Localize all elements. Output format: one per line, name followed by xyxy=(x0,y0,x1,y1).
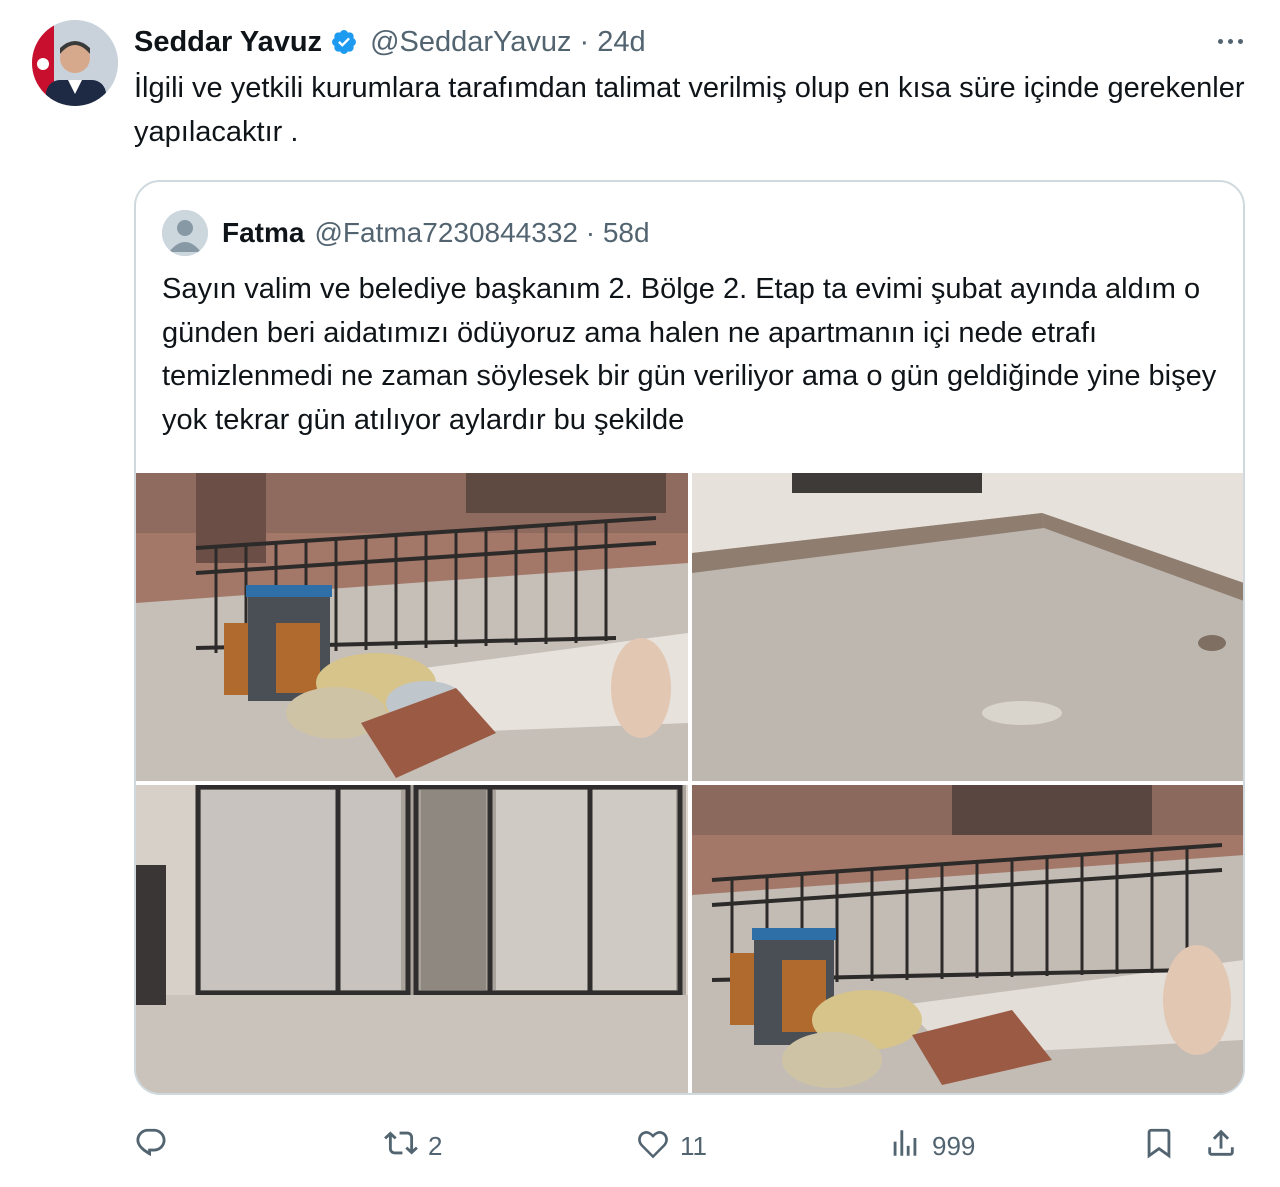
like-icon xyxy=(636,1126,670,1167)
retweet-button[interactable]: 2 xyxy=(384,1120,442,1172)
quoted-tweet-time[interactable]: 58d xyxy=(603,217,650,248)
author-name[interactable]: Seddar Yavuz xyxy=(134,26,322,59)
tweet-header: Seddar Yavuz @SeddarYavuz · 24d xyxy=(134,20,1250,64)
views-count: 999 xyxy=(932,1130,976,1161)
photo-empty-room[interactable] xyxy=(692,473,1243,781)
share-button[interactable] xyxy=(1204,1120,1238,1172)
reply-button[interactable] xyxy=(134,1120,178,1172)
tweet-text: İlgili ve yetkili kurumlara tarafımdan t… xyxy=(134,72,1245,148)
retweet-icon xyxy=(384,1126,418,1167)
quoted-author-avatar[interactable] xyxy=(162,210,208,256)
quoted-tweet-text: Sayın valim ve belediye başkanım 2. Bölg… xyxy=(162,273,1217,436)
views-button[interactable]: 999 xyxy=(888,1120,975,1172)
retweet-count: 2 xyxy=(428,1130,443,1161)
author-handle-line: @SeddarYavuz · 24d xyxy=(370,26,646,59)
quoted-handle-line: @Fatma7230844332 · 58d xyxy=(314,217,649,249)
photo-garbage-railing[interactable] xyxy=(136,473,688,781)
reply-icon xyxy=(134,1126,168,1167)
verified-badge-icon xyxy=(330,28,358,56)
separator-dot: · xyxy=(585,217,596,248)
tweet-time[interactable]: 24d xyxy=(597,26,645,58)
more-icon[interactable] xyxy=(1210,26,1250,56)
photo-garbage-railing-2[interactable] xyxy=(692,785,1243,1093)
quoted-tweet-header: Fatma @Fatma7230844332 · 58d xyxy=(162,208,650,258)
quoted-tweet[interactable]: Fatma @Fatma7230844332 · 58d Sayın valim… xyxy=(134,180,1245,1095)
like-button[interactable]: 11 xyxy=(636,1120,707,1172)
author-handle[interactable]: @SeddarYavuz xyxy=(370,26,571,58)
bookmark-icon xyxy=(1142,1126,1176,1167)
share-icon xyxy=(1204,1126,1238,1167)
action-bar: 2 11 999 xyxy=(134,1120,1246,1172)
author-avatar[interactable] xyxy=(32,20,118,106)
like-count: 11 xyxy=(680,1130,707,1161)
views-icon xyxy=(888,1126,922,1167)
quoted-author-handle[interactable]: @Fatma7230844332 xyxy=(314,217,578,248)
media-grid xyxy=(136,473,1243,1093)
photo-building-entrance[interactable] xyxy=(136,785,688,1093)
separator-dot: · xyxy=(579,25,590,58)
bookmark-button[interactable] xyxy=(1142,1120,1176,1172)
quoted-author-name[interactable]: Fatma xyxy=(222,217,304,249)
